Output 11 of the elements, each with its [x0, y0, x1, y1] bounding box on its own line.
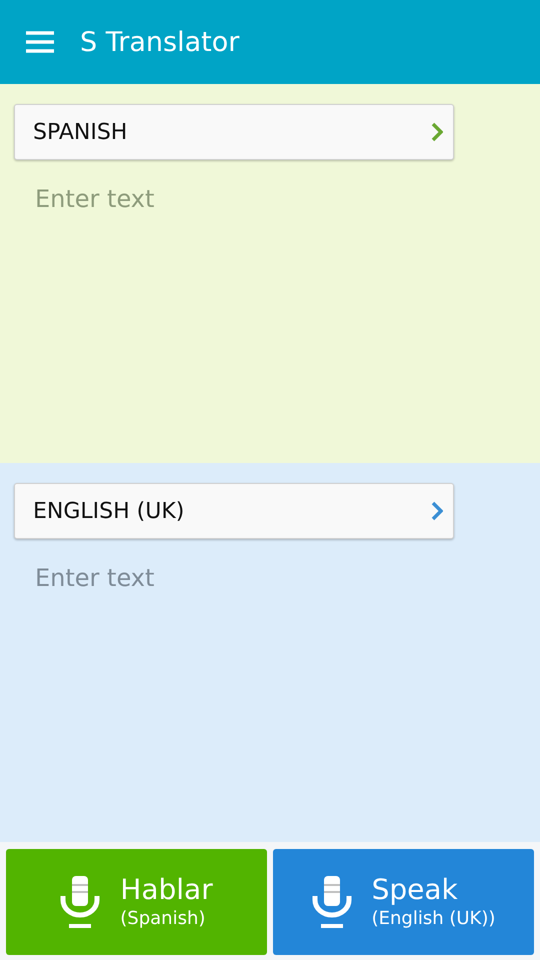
chevron-right-icon: [431, 122, 443, 142]
app-title: S Translator: [80, 26, 240, 58]
microphone-icon: [312, 874, 352, 930]
microphone-icon: [60, 874, 100, 930]
language-selector[interactable]: ENGLISH (UK): [14, 483, 454, 539]
text-input[interactable]: Enter text: [33, 184, 497, 214]
text-input[interactable]: Enter text: [33, 563, 497, 593]
language-selector[interactable]: SPANISH: [14, 104, 454, 160]
chevron-right-icon: [431, 501, 443, 521]
menu-icon[interactable]: [26, 31, 54, 53]
speak-button[interactable]: Speak (English (UK)): [273, 849, 534, 955]
